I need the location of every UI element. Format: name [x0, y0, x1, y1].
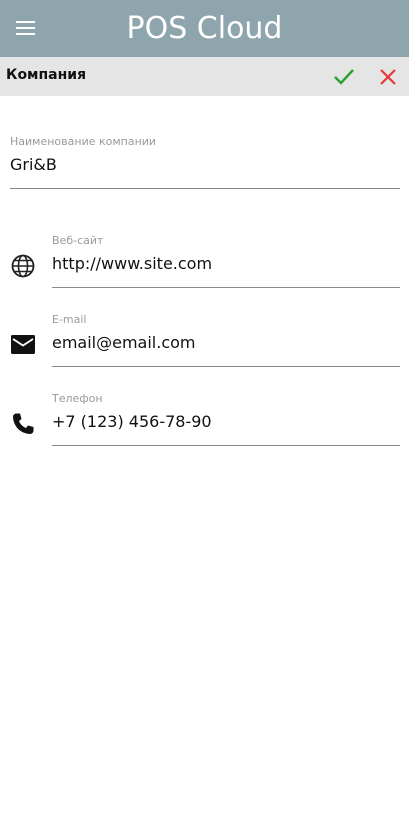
email-input[interactable] [52, 333, 400, 352]
email-label: E-mail [52, 313, 87, 326]
phone-label: Телефон [52, 392, 103, 405]
website-label: Веб-сайт [52, 234, 104, 247]
close-icon[interactable] [375, 64, 401, 90]
section-header: Компания [0, 57, 409, 96]
email-field[interactable]: E-mail [52, 313, 400, 367]
company-name-label: Наименование компании [10, 135, 157, 148]
app-bar: POS Cloud [0, 0, 409, 57]
company-name-input[interactable] [10, 155, 400, 174]
globe-icon [10, 253, 36, 279]
mail-icon [10, 332, 36, 358]
check-icon[interactable] [331, 64, 357, 90]
website-input[interactable] [52, 254, 400, 273]
phone-field[interactable]: Телефон [52, 392, 400, 446]
website-field[interactable]: Веб-сайт [52, 234, 400, 288]
section-title: Компания [6, 67, 87, 83]
phone-icon [10, 411, 36, 437]
company-name-field[interactable]: Наименование компании [10, 135, 400, 189]
app-title: POS Cloud [126, 11, 283, 46]
phone-input[interactable] [52, 412, 400, 431]
